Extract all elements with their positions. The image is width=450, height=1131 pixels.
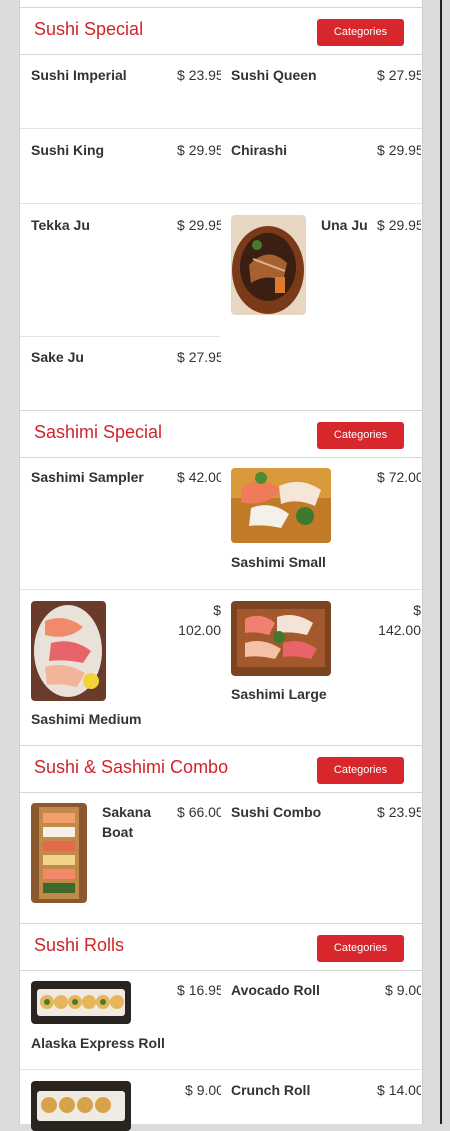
item-name: Sushi Queen — [231, 67, 317, 83]
item-price: $ 27.95 — [377, 67, 421, 83]
menu-item-sashimi-large[interactable]: Sashimi Large $ 142.00 — [231, 590, 421, 745]
section-title: Sashimi Special — [34, 422, 163, 442]
menu-item-roll[interactable]: $ 9.00 — [31, 1070, 221, 1131]
section-header: Sushi Rolls Categories — [20, 923, 422, 971]
section-header: Sushi Special Categories — [20, 7, 422, 55]
menu-item-sushi-combo[interactable]: Sushi Combo $ 23.95 — [231, 792, 421, 923]
scrollbar-track[interactable] — [440, 0, 442, 1124]
menu-item-una-ju[interactable]: Una Ju $ 29.95 — [231, 204, 421, 336]
menu-row: Sake Ju $ 27.95 — [20, 337, 221, 410]
item-name: Tekka Ju — [31, 217, 90, 233]
menu-page: Sushi Special Categories Sushi Imperial … — [19, 0, 423, 1131]
section-sashimi-special: Sashimi Special Categories Sashimi Sampl… — [20, 410, 422, 745]
categories-button[interactable]: Categories — [317, 19, 404, 46]
item-name: Sashimi Large — [231, 686, 327, 702]
item-price: $ 9.00 — [385, 982, 421, 998]
item-name: Sushi Imperial — [31, 67, 127, 83]
item-price: $ 142.00 — [378, 602, 421, 638]
sashimi-small-photo — [231, 468, 331, 543]
menu-item-sakana-boat[interactable]: Sakana Boat $ 66.00 — [31, 792, 221, 923]
item-price: $ 23.95 — [177, 67, 221, 83]
item-price: $ 14.00 — [377, 1082, 421, 1098]
section-header: Sashimi Special Categories — [20, 410, 422, 458]
menu-item-sashimi-sampler[interactable]: Sashimi Sampler $ 42.00 — [31, 457, 221, 589]
item-price: $ 29.95 — [377, 217, 421, 233]
menu-row: Sashimi Sampler $ 42.00 Sashimi Small $ … — [20, 457, 422, 590]
item-name: Sashimi Sampler — [31, 469, 144, 485]
item-name: Sashimi Small — [231, 554, 326, 570]
menu-item-crunch-roll[interactable]: Crunch Roll $ 14.00 — [231, 1070, 421, 1124]
menu-item-avocado-roll[interactable]: Avocado Roll $ 9.00 — [231, 970, 421, 1069]
item-price: $ 29.95 — [177, 217, 221, 233]
item-price: $ 29.95 — [377, 142, 421, 158]
menu-row: Tekka Ju $ 29.95 — [20, 204, 221, 337]
menu-item-sashimi-small[interactable]: Sashimi Small $ 72.00 — [231, 457, 421, 589]
item-price: $ 66.00 — [177, 804, 221, 820]
menu-row: Sashimi Medium $ 102.00 Sashimi Large $ … — [20, 590, 422, 745]
item-price: $ 27.95 — [177, 349, 221, 365]
menu-row: Sakana Boat $ 66.00 Sushi Combo $ 23.95 — [20, 792, 422, 923]
menu-row: Alaska Express Roll $ 16.95 Avocado Roll… — [20, 970, 422, 1070]
menu-item-alaska-express-roll[interactable]: Alaska Express Roll $ 16.95 — [31, 970, 221, 1069]
menu-row: $ 9.00 Crunch Roll $ 14.00 — [20, 1070, 422, 1131]
item-price: $ 42.00 — [177, 469, 221, 485]
item-price: $ 16.95 — [177, 982, 221, 998]
item-name: Chirashi — [231, 142, 288, 158]
item-name: Sake Ju — [31, 349, 84, 365]
item-price: $ 72.00 — [377, 469, 421, 485]
section-sushi-sashimi-combo: Sushi & Sashimi Combo Categories Sakana … — [20, 745, 422, 923]
section-sushi-special: Sushi Special Categories Sushi Imperial … — [20, 0, 422, 410]
menu-item-chirashi[interactable]: Chirashi $ 29.95 — [231, 129, 421, 203]
section-title: Sushi & Sashimi Combo — [34, 757, 229, 777]
sakana-boat-photo — [31, 803, 87, 903]
alaska-express-roll-photo — [31, 981, 131, 1024]
item-name: Sushi Combo — [231, 804, 322, 820]
item-name: Sakana Boat — [102, 804, 152, 840]
menu-item-sushi-imperial[interactable]: Sushi Imperial $ 23.95 — [31, 54, 221, 128]
section-sushi-rolls: Sushi Rolls Categories Alaska Express Ro… — [20, 923, 422, 1131]
sashimi-medium-photo — [31, 601, 106, 701]
item-price: $ 102.00 — [178, 602, 221, 638]
categories-button[interactable]: Categories — [317, 422, 404, 449]
sashimi-large-photo — [231, 601, 331, 676]
menu-row: Sushi Imperial $ 23.95 Sushi Queen $ 27.… — [20, 54, 422, 129]
section-title: Sushi Rolls — [34, 935, 125, 955]
section-header: Sushi & Sashimi Combo Categories — [20, 745, 422, 793]
item-price: $ 29.95 — [177, 142, 221, 158]
item-price: $ 9.00 — [185, 1082, 221, 1098]
menu-item-sushi-queen[interactable]: Sushi Queen $ 27.95 — [231, 54, 421, 128]
menu-item-sashimi-medium[interactable]: Sashimi Medium $ 102.00 — [31, 590, 221, 745]
item-name: Alaska Express Roll — [31, 1035, 165, 1051]
section-title: Sushi Special — [34, 19, 144, 39]
menu-item-sake-ju[interactable]: Sake Ju $ 27.95 — [31, 337, 221, 410]
categories-button[interactable]: Categories — [317, 757, 404, 784]
item-price: $ 23.95 — [377, 804, 421, 820]
item-name: Avocado Roll — [231, 982, 320, 998]
una-ju-photo — [231, 215, 306, 315]
item-name: Sushi King — [31, 142, 105, 158]
menu-item-tekka-ju[interactable]: Tekka Ju $ 29.95 — [31, 204, 221, 336]
menu-item-sushi-king[interactable]: Sushi King $ 29.95 — [31, 129, 221, 203]
categories-button[interactable]: Categories — [317, 935, 404, 962]
menu-row: Sushi King $ 29.95 Chirashi $ 29.95 — [20, 129, 422, 204]
item-name: Sashimi Medium — [31, 711, 142, 727]
item-name: Una Ju — [321, 217, 368, 233]
item-name: Crunch Roll — [231, 1082, 311, 1098]
